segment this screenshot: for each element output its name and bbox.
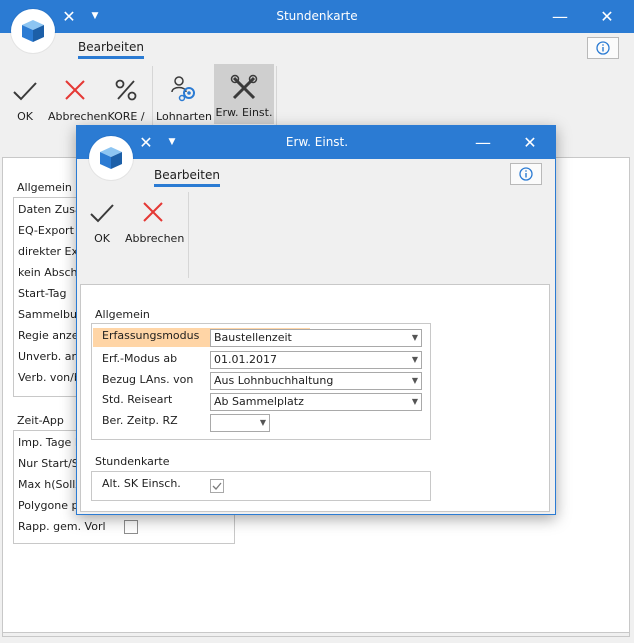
quick-menu-chevron-icon[interactable]: ▼ [165,126,179,159]
checkmark-icon [212,482,222,490]
dialog-close-icon[interactable]: ✕ [521,126,539,159]
group-title-allgemein: Allgemein [95,308,150,321]
row-label: Regie anzeigen [18,329,78,342]
row-label: Sammelbuchung [18,308,78,321]
group-title-allgemein: Allgemein [17,181,72,194]
dropdown-arrow-icon: ▼ [411,397,418,406]
dropdown-arrow-icon: ▼ [259,418,266,427]
box-icon [100,147,122,169]
alt-sk-einsch-label: Alt. SK Einsch. [102,477,181,490]
row-label: kein Abschluss [18,266,78,279]
dialog-title: Erw. Einst. [285,135,349,149]
std-reiseart-label: Std. Reiseart [102,393,173,406]
erfassungsmodus-select[interactable]: Baustellenzeit ▼ [210,329,422,347]
row-label: Rapp. gem. Vorl [18,520,106,533]
row-label: Polygone prüfen [18,499,80,512]
dropdown-arrow-icon: ▼ [411,355,418,364]
cross-icon [143,202,163,222]
erf-modus-ab-date[interactable]: 01.01.2017 ▼ [210,351,422,369]
window-close-icon[interactable]: ✕ [598,0,616,33]
cross-icon [65,80,85,100]
group-stundenkarte: Alt. SK Einsch. [91,471,431,501]
erw-einst-dialog: ✕ ▼ Erw. Einst. — ✕ Bearbeiten OK Abbrec… [76,125,556,515]
quick-menu-chevron-icon[interactable]: ▼ [88,0,102,33]
dropdown-arrow-icon: ▼ [411,376,418,385]
tools-icon [230,74,258,100]
erw-einst-button[interactable]: Erw. Einst. [214,64,274,124]
lohnarten-button[interactable]: Lohnarten [156,68,212,123]
ber-zeitp-rz-select[interactable]: ▼ [210,414,270,432]
bezug-lans-label: Bezug LAns. von [102,373,194,386]
ribbon-separator [276,66,277,126]
box-icon [22,20,44,42]
ribbon-separator [188,192,189,278]
users-gear-icon [171,76,195,102]
check-icon [90,204,114,223]
ribbon-tab-bearbeiten[interactable]: Bearbeiten [78,40,144,59]
main-titlebar: ✕ ▼ Stundenkarte — ✕ [0,0,634,33]
group-allgemein: Erfassungsmodus Baustellenzeit ▼ Erf.-Mo… [91,323,431,440]
alt-sk-einsch-checkbox[interactable] [210,479,224,493]
close-small-icon[interactable]: ✕ [137,126,155,159]
dialog-titlebar: ✕ ▼ Erw. Einst. — ✕ [77,126,555,159]
ribbon-separator [152,66,153,126]
group-title-zeitapp: Zeit-App [17,414,64,427]
info-icon [519,167,533,181]
app-logo [11,9,55,53]
window-title: Stundenkarte [276,9,358,23]
app-logo [89,136,133,180]
minimize-icon[interactable]: — [550,0,570,33]
close-small-icon[interactable]: ✕ [60,0,78,33]
dropdown-arrow-icon: ▼ [411,333,418,342]
percent-icon [115,79,137,101]
cancel-button[interactable]: Abbrechen [48,68,107,123]
row-label: Nur Start/Stop [18,457,80,470]
erfassungsmodus-label: Erfassungsmodus [102,329,200,342]
group-title-stundenkarte: Stundenkarte [95,455,170,468]
bezug-lans-select[interactable]: Aus Lohnbuchhaltung ▼ [210,372,422,390]
dialog-content: Allgemein Erfassungsmodus Baustellenzeit… [80,284,550,512]
row-label: Verb. von/bis [18,371,78,384]
row-label: Max h(Sollz.) [18,478,80,491]
std-reiseart-select[interactable]: Ab Sammelplatz ▼ [210,393,422,411]
row-label: EQ-Export [18,224,74,237]
minimize-icon[interactable]: — [473,126,493,159]
check-icon [13,82,37,101]
erf-modus-ab-label: Erf.-Modus ab [102,352,178,365]
dialog-cancel-button[interactable]: Abbrechen [125,196,184,245]
rapp-gem-vorl-checkbox[interactable] [124,520,138,534]
row-label: Daten Zusammenfassen [18,203,78,216]
info-button[interactable] [510,163,542,185]
row-label: Unverb. archivieren [18,350,78,363]
ok-button[interactable]: OK [4,68,46,123]
info-icon [596,41,610,55]
status-strip [3,632,629,636]
info-button[interactable] [587,37,619,59]
row-label: Imp. Tage Liste [18,436,80,449]
dialog-ok-button[interactable]: OK [81,196,123,245]
ber-zeitp-rz-label: Ber. Zeitp. RZ [102,414,178,427]
row-label: Start-Tag [18,287,67,300]
ribbon-tab-bearbeiten[interactable]: Bearbeiten [154,168,220,187]
row-label: direkter Export [18,245,78,258]
